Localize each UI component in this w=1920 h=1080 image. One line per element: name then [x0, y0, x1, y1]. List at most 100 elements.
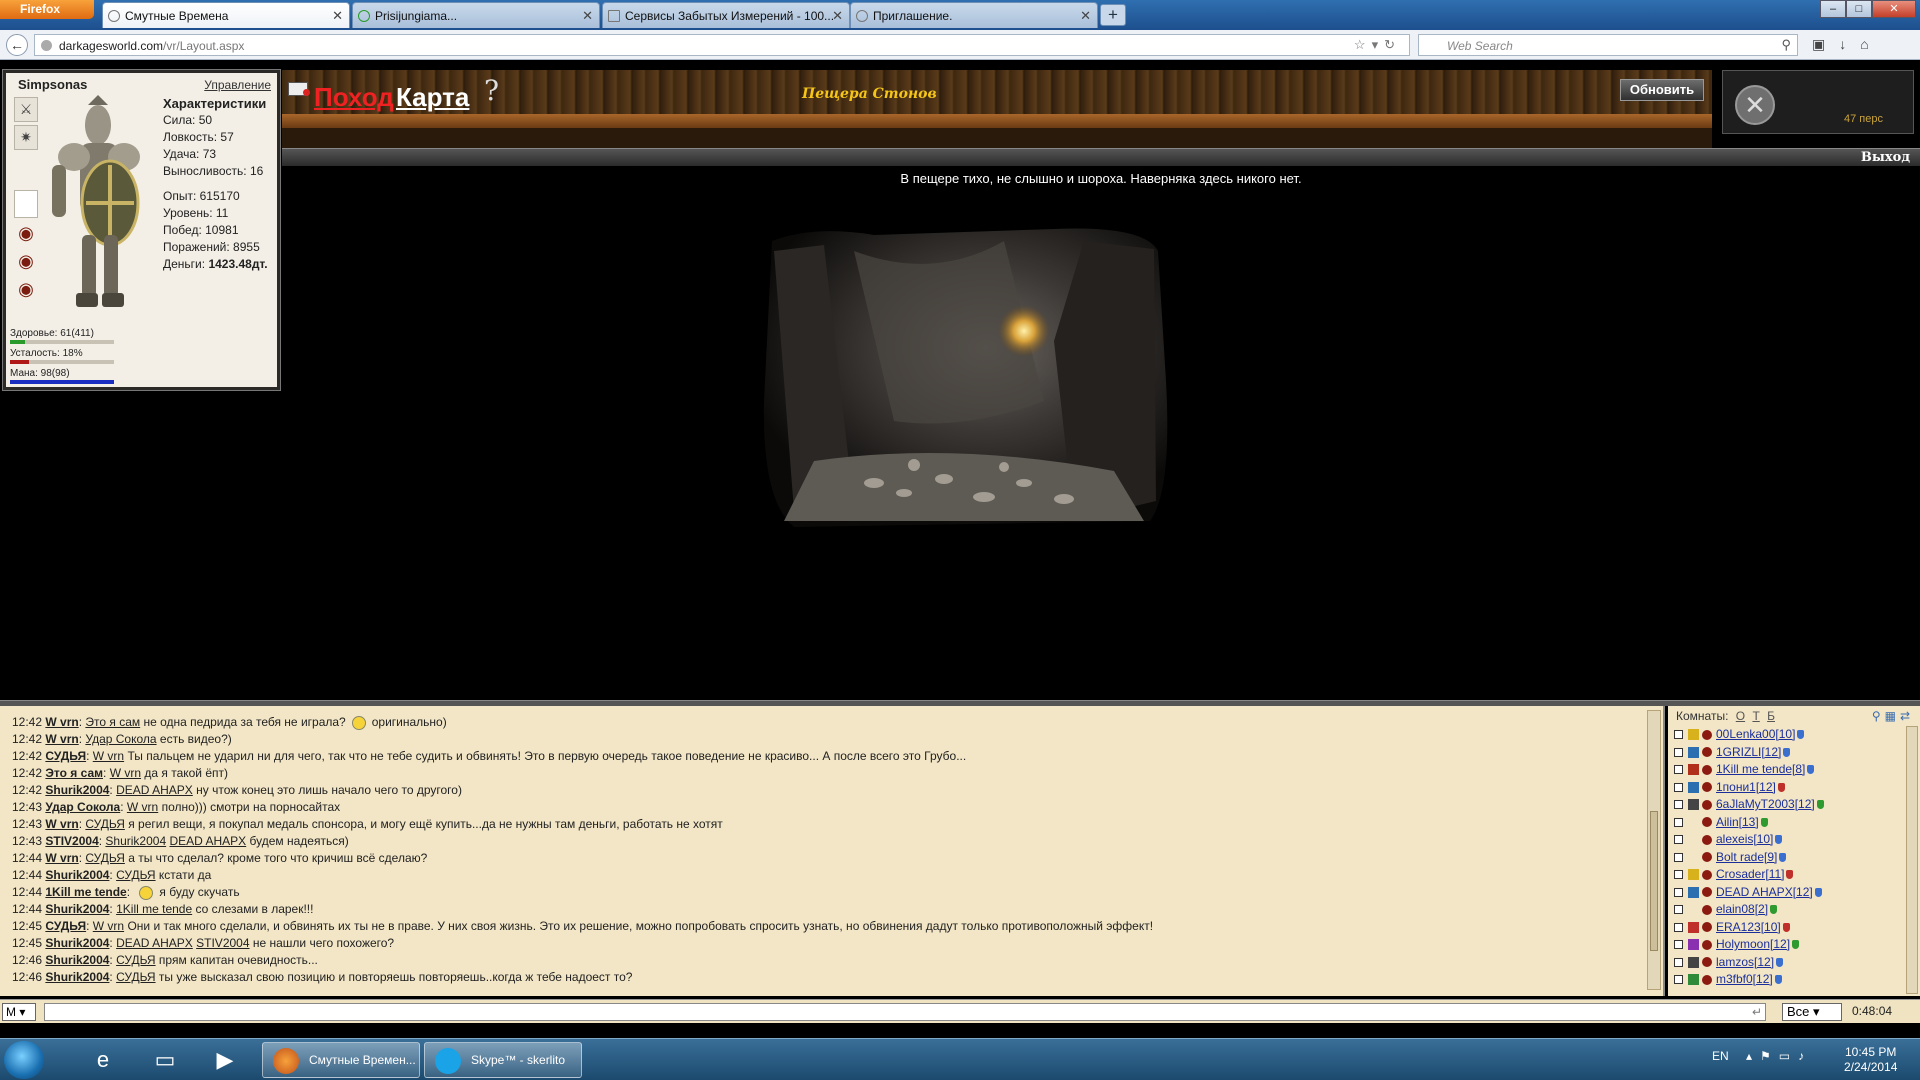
exit-link[interactable]: Выход — [1861, 150, 1910, 165]
message-recipient[interactable]: Удар Сокола — [85, 732, 156, 746]
user-info-icon[interactable] — [1702, 799, 1712, 810]
room-filter-b[interactable]: Б — [1767, 709, 1775, 723]
user-list-item[interactable]: lamzos[12] — [1674, 954, 1894, 972]
character-avatar[interactable] — [38, 95, 160, 317]
message-recipient[interactable]: W vrn — [110, 766, 141, 780]
user-list-item[interactable]: Holymoon[12] — [1674, 936, 1894, 954]
user-info-icon[interactable] — [1702, 764, 1712, 775]
user-info-icon[interactable] — [1702, 782, 1712, 793]
message-recipient[interactable]: СУДЬЯ — [116, 868, 155, 882]
language-indicator[interactable]: EN — [1712, 1049, 1729, 1063]
ring-icon[interactable]: ◉ — [14, 277, 38, 302]
user-checkbox[interactable] — [1674, 975, 1683, 985]
message-recipient[interactable]: СУДЬЯ — [116, 953, 155, 967]
tab-servisy[interactable]: Сервисы Забытых Измерений - 100... ✕ — [602, 2, 850, 28]
user-list-item[interactable]: 6aJlaMyT2003[12] — [1674, 796, 1894, 814]
user-name[interactable]: alexeis[10] — [1716, 832, 1773, 846]
ring-icon[interactable]: ◉ — [14, 249, 38, 274]
message-recipient[interactable]: DEAD AHAPX — [169, 834, 246, 848]
message-sender[interactable]: STIV2004 — [45, 834, 98, 848]
user-list-item[interactable]: Ailin[13] — [1674, 814, 1894, 832]
ring-icon[interactable]: ◉ — [14, 221, 38, 246]
user-checkbox[interactable] — [1674, 730, 1683, 740]
empty-slot[interactable] — [14, 190, 38, 218]
crossed-swords-icon[interactable]: ✕ — [1735, 85, 1775, 125]
user-name[interactable]: Ailin[13] — [1716, 815, 1759, 829]
minimize-button[interactable]: – — [1820, 0, 1846, 18]
tray-icons[interactable]: ▴⚑▭♪ — [1746, 1049, 1812, 1063]
user-name[interactable]: 1GRIZLI[12] — [1716, 745, 1781, 759]
user-info-icon[interactable] — [1702, 729, 1712, 740]
taskbar-firefox-window[interactable]: Смутные Времен... — [262, 1042, 420, 1078]
user-name[interactable]: Holymoon[12] — [1716, 937, 1790, 951]
bookmark-star-icon[interactable]: ☆▾↻ — [1354, 37, 1401, 53]
refresh-button[interactable]: Обновить — [1620, 79, 1704, 101]
user-list-item[interactable]: 1Kill me tende[8] — [1674, 761, 1894, 779]
user-name[interactable]: Crosader[11] — [1716, 867, 1784, 881]
message-sender[interactable]: Это я сам — [45, 766, 103, 780]
message-sender[interactable]: Shurik2004 — [45, 868, 109, 882]
user-info-icon[interactable] — [1702, 904, 1712, 915]
message-sender[interactable]: Shurik2004 — [45, 936, 109, 950]
user-list-item[interactable]: m3fbf0[12] — [1674, 971, 1894, 989]
chat-scrollbar[interactable] — [1647, 710, 1661, 990]
user-checkbox[interactable] — [1674, 817, 1683, 827]
user-name[interactable]: lamzos[12] — [1716, 955, 1774, 969]
user-info-icon[interactable] — [1702, 957, 1712, 968]
message-recipient[interactable]: DEAD AHAPX — [116, 783, 193, 797]
help-icon[interactable]: ? — [484, 74, 499, 107]
karta-link[interactable]: Карта — [396, 82, 469, 113]
message-recipient[interactable]: СУДЬЯ — [85, 817, 124, 831]
user-info-icon[interactable] — [1702, 939, 1712, 950]
message-recipient[interactable]: 1Kill me tende — [116, 902, 192, 916]
user-checkbox[interactable] — [1674, 870, 1683, 880]
message-recipient[interactable]: W vrn — [127, 800, 158, 814]
message-sender[interactable]: СУДЬЯ — [45, 919, 86, 933]
internet-explorer-icon[interactable]: e — [78, 1043, 128, 1077]
scroll-thumb[interactable] — [1650, 811, 1658, 951]
mail-icon[interactable] — [288, 82, 310, 96]
start-button[interactable] — [4, 1041, 44, 1079]
close-window-button[interactable]: ✕ — [1872, 0, 1916, 18]
media-player-icon[interactable]: ▶ — [200, 1043, 250, 1077]
user-list-item[interactable]: 1пони1[12] — [1674, 779, 1894, 797]
back-button[interactable]: ← — [6, 34, 28, 56]
user-list-item[interactable]: ERA123[10] — [1674, 919, 1894, 937]
message-sender[interactable]: Shurik2004 — [45, 783, 109, 797]
close-tab-icon[interactable]: ✕ — [332, 8, 343, 24]
user-checkbox[interactable] — [1674, 940, 1683, 950]
user-name[interactable]: m3fbf0[12] — [1716, 972, 1773, 986]
system-clock[interactable]: 10:45 PM 2/24/2014 — [1844, 1045, 1897, 1075]
tab-prisijungiama[interactable]: Prisijungiama... ✕ — [352, 2, 600, 28]
manage-link[interactable]: Управление — [204, 78, 271, 92]
close-tab-icon[interactable]: ✕ — [1080, 8, 1091, 24]
user-name[interactable]: ERA123[10] — [1716, 920, 1781, 934]
message-recipient[interactable]: W vrn — [93, 919, 124, 933]
message-sender[interactable]: W vrn — [45, 732, 78, 746]
user-name[interactable]: 1пони1[12] — [1716, 780, 1776, 794]
search-user-icon[interactable]: ⚲▦⇄ — [1872, 709, 1914, 723]
user-checkbox[interactable] — [1674, 905, 1683, 915]
firefox-menu-button[interactable]: Firefox — [0, 0, 94, 19]
web-search-input[interactable]: Web Search ⚲ — [1418, 34, 1798, 56]
message-sender[interactable]: Shurik2004 — [45, 902, 109, 916]
user-name[interactable]: 00Lenka00[10] — [1716, 727, 1795, 741]
message-sender[interactable]: Shurik2004 — [45, 953, 109, 967]
user-checkbox[interactable] — [1674, 765, 1683, 775]
message-sender[interactable]: W vrn — [45, 817, 78, 831]
close-tab-icon[interactable]: ✕ — [832, 8, 843, 24]
user-list-item[interactable]: elain08[2] — [1674, 901, 1894, 919]
user-name[interactable]: 6aJlaMyT2003[12] — [1716, 797, 1815, 811]
user-info-icon[interactable] — [1702, 817, 1712, 828]
rooms-scrollbar[interactable] — [1906, 726, 1918, 994]
user-info-icon[interactable] — [1702, 974, 1712, 985]
user-name[interactable]: elain08[2] — [1716, 902, 1768, 916]
message-sender[interactable]: СУДЬЯ — [45, 749, 86, 763]
message-recipient[interactable]: W vrn — [93, 749, 124, 763]
user-info-icon[interactable] — [1702, 747, 1712, 758]
message-sender[interactable]: 1Kill me tende — [45, 885, 126, 899]
sword-icon[interactable]: ⚔ — [14, 97, 38, 122]
user-list-item[interactable]: 00Lenka00[10] — [1674, 726, 1894, 744]
user-checkbox[interactable] — [1674, 852, 1683, 862]
room-filter-o[interactable]: О — [1736, 709, 1745, 723]
